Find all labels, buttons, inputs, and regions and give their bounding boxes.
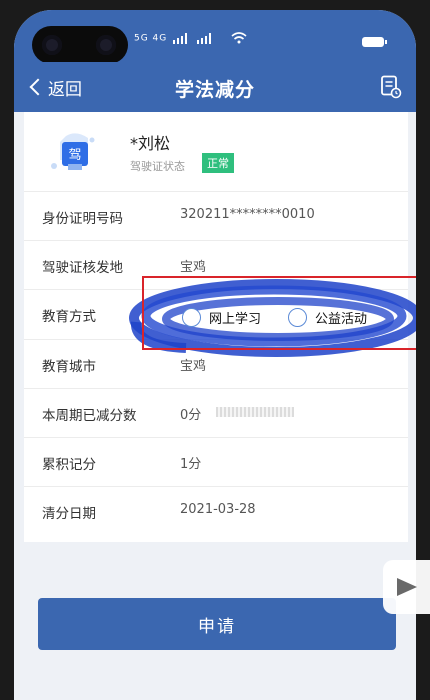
- row-label: 身份证明号码: [42, 211, 123, 227]
- floating-side-handle[interactable]: [383, 560, 430, 614]
- play-arrow-icon: [397, 578, 417, 596]
- row-label: 教育方式: [42, 309, 96, 325]
- camera-cutout: [32, 26, 128, 64]
- license-status-label: 驾驶证状态: [130, 160, 185, 173]
- row-label: 驾驶证核发地: [42, 260, 123, 276]
- apply-button[interactable]: 申请: [38, 598, 396, 650]
- document-clock-icon[interactable]: [380, 75, 402, 99]
- info-row-clear-date: 清分日期 2021-03-28: [24, 487, 408, 536]
- radio-public-welfare[interactable]: 公益活动: [288, 306, 367, 328]
- radio-online-study[interactable]: 网上学习: [182, 306, 261, 328]
- signal-bars-icon: [173, 33, 212, 44]
- status-badge: 正常: [202, 153, 234, 173]
- row-value: 2021-03-28: [180, 502, 256, 517]
- profile-section: 驾 *刘松 驾驶证状态 正常: [24, 112, 408, 192]
- battery-icon: [362, 37, 387, 47]
- app-screen: 5G 4G 返回 学法减分 驾 *刘松 驾驶证状态 正常 身份证明号码 3202…: [14, 10, 416, 700]
- row-value: 宝鸡: [180, 260, 207, 275]
- progress-bar: [216, 407, 294, 417]
- nav-header: 返回 学法减分: [14, 62, 416, 112]
- camera-lens-icon: [96, 35, 116, 55]
- row-value: 0分: [180, 408, 202, 423]
- signal-indicator: 5G 4G: [134, 32, 247, 44]
- row-value: 1分: [180, 457, 202, 472]
- status-bar: 5G 4G: [14, 10, 416, 64]
- row-label: 清分日期: [42, 506, 96, 522]
- badge-text: 驾: [68, 148, 81, 163]
- signal-text: 5G 4G: [134, 33, 168, 44]
- row-label: 教育城市: [42, 359, 96, 375]
- radio-circle-icon[interactable]: [182, 307, 201, 327]
- row-label: 累积记分: [42, 457, 96, 473]
- info-row-accumulated-points: 累积记分 1分: [24, 438, 408, 487]
- radio-label: 网上学习: [209, 311, 262, 327]
- driver-name: *刘松: [130, 134, 171, 153]
- radio-circle-icon[interactable]: [288, 307, 307, 327]
- license-card-icon: 驾: [51, 133, 95, 170]
- row-value: 320211********0010: [180, 207, 315, 222]
- wifi-icon: [231, 32, 247, 44]
- phone-frame: 5G 4G 返回 学法减分 驾 *刘松 驾驶证状态 正常 身份证明号码 3202…: [0, 0, 430, 700]
- radio-label: 公益活动: [315, 311, 368, 327]
- row-label: 本周期已减分数: [42, 408, 137, 424]
- page-title: 学法减分: [174, 79, 255, 101]
- info-panel: 驾 *刘松 驾驶证状态 正常 身份证明号码 320211********0010…: [24, 112, 416, 542]
- info-row-id-number: 身份证明号码 320211********0010: [24, 192, 408, 241]
- info-row-deducted-points: 本周期已减分数 0分: [24, 389, 408, 438]
- camera-lens-icon: [42, 35, 62, 55]
